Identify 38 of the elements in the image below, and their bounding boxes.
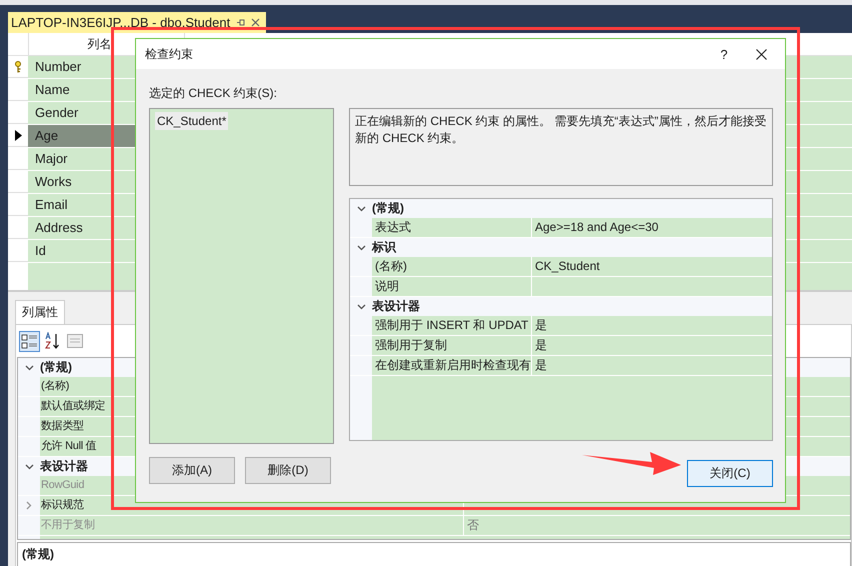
property-value: Age>=18 and Age<=30 bbox=[535, 220, 658, 234]
property-value: 否 bbox=[467, 518, 479, 532]
category-header: 表设计器 bbox=[372, 297, 772, 316]
delete-button[interactable]: 删除(D) bbox=[245, 457, 331, 484]
list-label: 选定的 CHECK 约束(S): bbox=[149, 86, 278, 100]
add-button[interactable]: 添加(A) bbox=[149, 457, 235, 484]
property-name: 强制用于复制 bbox=[372, 336, 532, 355]
collapse-chevron-icon[interactable] bbox=[356, 244, 366, 250]
sort-alphabetical-icon[interactable] bbox=[44, 332, 62, 350]
property-name: 不用于复制 bbox=[40, 516, 464, 535]
column-properties-tab[interactable]: 列属性 bbox=[15, 300, 65, 324]
property-value: 是 bbox=[535, 318, 547, 332]
collapse-chevron-icon[interactable] bbox=[24, 364, 34, 370]
description-title: (常规) bbox=[17, 542, 851, 566]
tab-title: LAPTOP-IN3E6IJP...DB - dbo.Student bbox=[11, 15, 230, 30]
property-value: CK_Student bbox=[535, 259, 600, 273]
document-tab[interactable]: LAPTOP-IN3E6IJP...DB - dbo.Student bbox=[8, 12, 266, 33]
close-icon[interactable] bbox=[756, 48, 767, 60]
property-name: (名称) bbox=[372, 257, 532, 276]
close-button[interactable]: 关闭(C) bbox=[687, 460, 773, 487]
property-value: 是 bbox=[535, 338, 547, 352]
category-header: 标识 bbox=[372, 238, 772, 257]
property-name: 表达式 bbox=[372, 218, 532, 237]
help-button[interactable]: ? bbox=[714, 46, 734, 62]
pin-icon[interactable] bbox=[236, 18, 246, 27]
constraint-item[interactable]: CK_Student* bbox=[155, 112, 228, 130]
categorized-view-icon[interactable] bbox=[19, 330, 40, 352]
description-text: 正在编辑新的 CHECK 约束 的属性。 需要先填充“表达式”属性，然后才能接受新的 CHECK 约束。 bbox=[349, 108, 773, 186]
property-name: 在创建或重新启用时检查现有 bbox=[372, 356, 532, 375]
property-value: 是 bbox=[535, 358, 547, 372]
collapse-chevron-icon[interactable] bbox=[356, 304, 366, 310]
expand-chevron-icon[interactable] bbox=[26, 501, 32, 510]
row-pointer-icon bbox=[14, 130, 22, 141]
collapse-chevron-icon[interactable] bbox=[356, 206, 366, 212]
property-name: 说明 bbox=[372, 277, 532, 296]
property-name: 强制用于 INSERT 和 UPDAT bbox=[372, 316, 532, 335]
category-header: (常规) bbox=[372, 199, 772, 218]
collapse-chevron-icon[interactable] bbox=[24, 464, 34, 470]
